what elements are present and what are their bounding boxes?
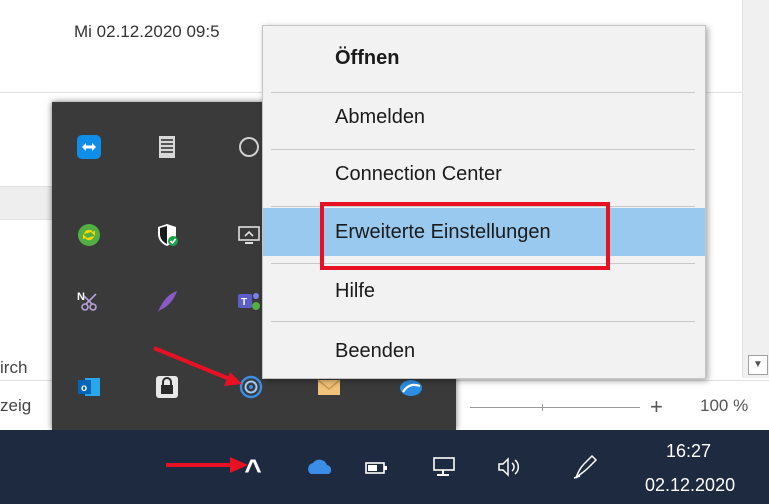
- red-arrow-annotation: [166, 457, 248, 473]
- display-icon[interactable]: [236, 222, 262, 248]
- menu-item-help[interactable]: Hilfe: [263, 267, 705, 315]
- menu-item-logout[interactable]: Abmelden: [263, 93, 705, 141]
- circle-icon[interactable]: [236, 134, 262, 160]
- teams-icon[interactable]: T: [236, 288, 262, 314]
- scrollbar[interactable]: [742, 0, 769, 378]
- zoom-slider[interactable]: [470, 407, 640, 408]
- red-arrow-annotation: [153, 346, 242, 386]
- clock-time[interactable]: 16:27: [666, 441, 711, 462]
- clock-date[interactable]: 02.12.2020: [645, 475, 735, 496]
- defender-shield-icon[interactable]: [154, 222, 180, 248]
- menu-item-exit[interactable]: Beenden: [263, 327, 705, 375]
- outlook-icon[interactable]: o: [76, 374, 102, 400]
- battery-icon[interactable]: [360, 430, 394, 504]
- menu-item-open[interactable]: Öffnen: [263, 34, 705, 82]
- red-highlight-annotation: [320, 202, 610, 270]
- scroll-down-button[interactable]: ▼: [748, 355, 768, 375]
- side-text: irch: [0, 358, 28, 377]
- svg-text:o: o: [81, 383, 87, 394]
- zoom-level: 100 %: [700, 396, 749, 415]
- row-band: [0, 187, 56, 219]
- taskmgr-icon[interactable]: [154, 134, 180, 160]
- onenote-clipper-icon[interactable]: N: [76, 288, 102, 314]
- divider: [0, 219, 56, 220]
- svg-text:T: T: [241, 297, 247, 308]
- email-date: Mi 02.12.2020 09:5: [74, 22, 220, 41]
- zoom-in-button[interactable]: +: [650, 394, 663, 420]
- feather-icon[interactable]: [154, 288, 180, 314]
- svg-text:N: N: [77, 291, 85, 303]
- status-text: zeig: [0, 396, 32, 415]
- onedrive-icon[interactable]: [302, 430, 338, 504]
- network-icon[interactable]: [428, 430, 462, 504]
- pen-icon[interactable]: [568, 430, 602, 504]
- zoom-tick: [542, 404, 543, 411]
- menu-separator: [271, 321, 695, 322]
- volume-icon[interactable]: [492, 430, 526, 504]
- sync-icon[interactable]: [76, 222, 102, 248]
- teamviewer-icon[interactable]: [76, 134, 102, 160]
- menu-item-connection-center[interactable]: Connection Center: [263, 150, 705, 198]
